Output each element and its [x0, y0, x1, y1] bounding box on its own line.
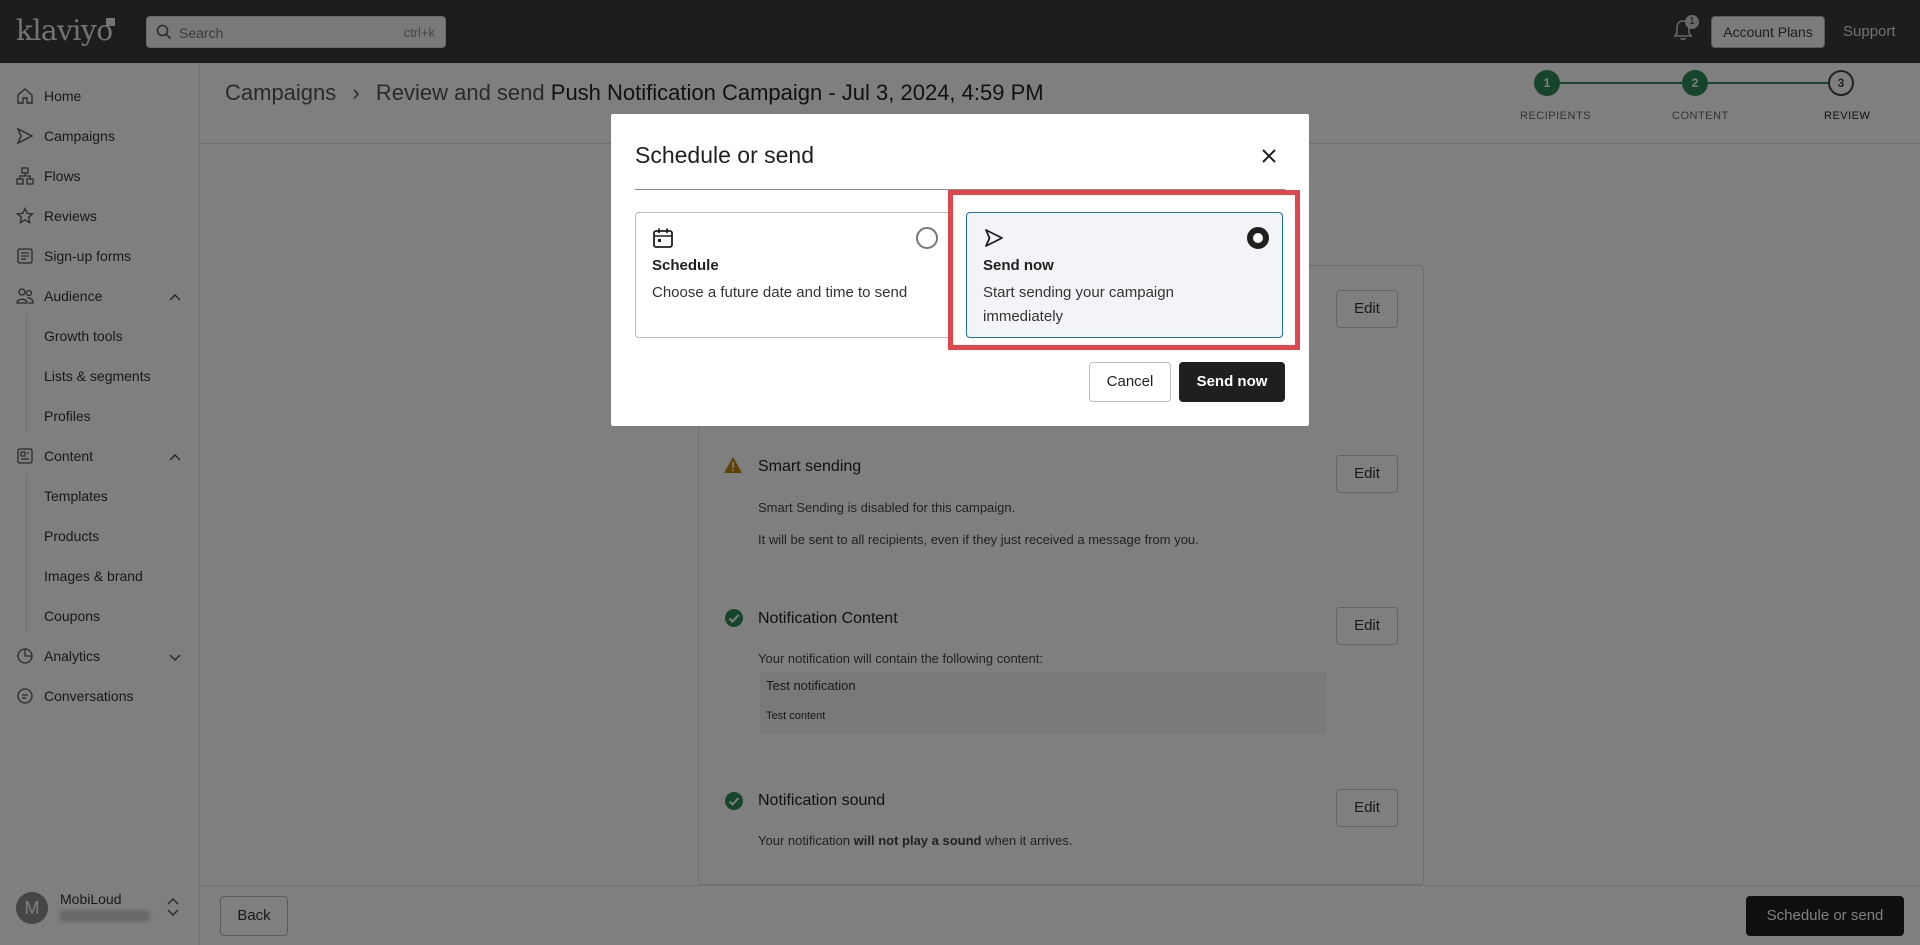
- cancel-button[interactable]: Cancel: [1089, 362, 1171, 402]
- close-icon[interactable]: [1257, 144, 1281, 168]
- send-now-button[interactable]: Send now: [1179, 362, 1285, 402]
- schedule-option-card[interactable]: Schedule Choose a future date and time t…: [635, 212, 952, 338]
- schedule-option-description: Choose a future date and time to send: [652, 284, 908, 301]
- schedule-option-title: Schedule: [652, 257, 719, 274]
- schedule-radio[interactable]: [916, 227, 938, 249]
- highlight-annotation: [948, 190, 1300, 350]
- modal-title: Schedule or send: [635, 142, 815, 168]
- calendar-icon: [653, 228, 673, 248]
